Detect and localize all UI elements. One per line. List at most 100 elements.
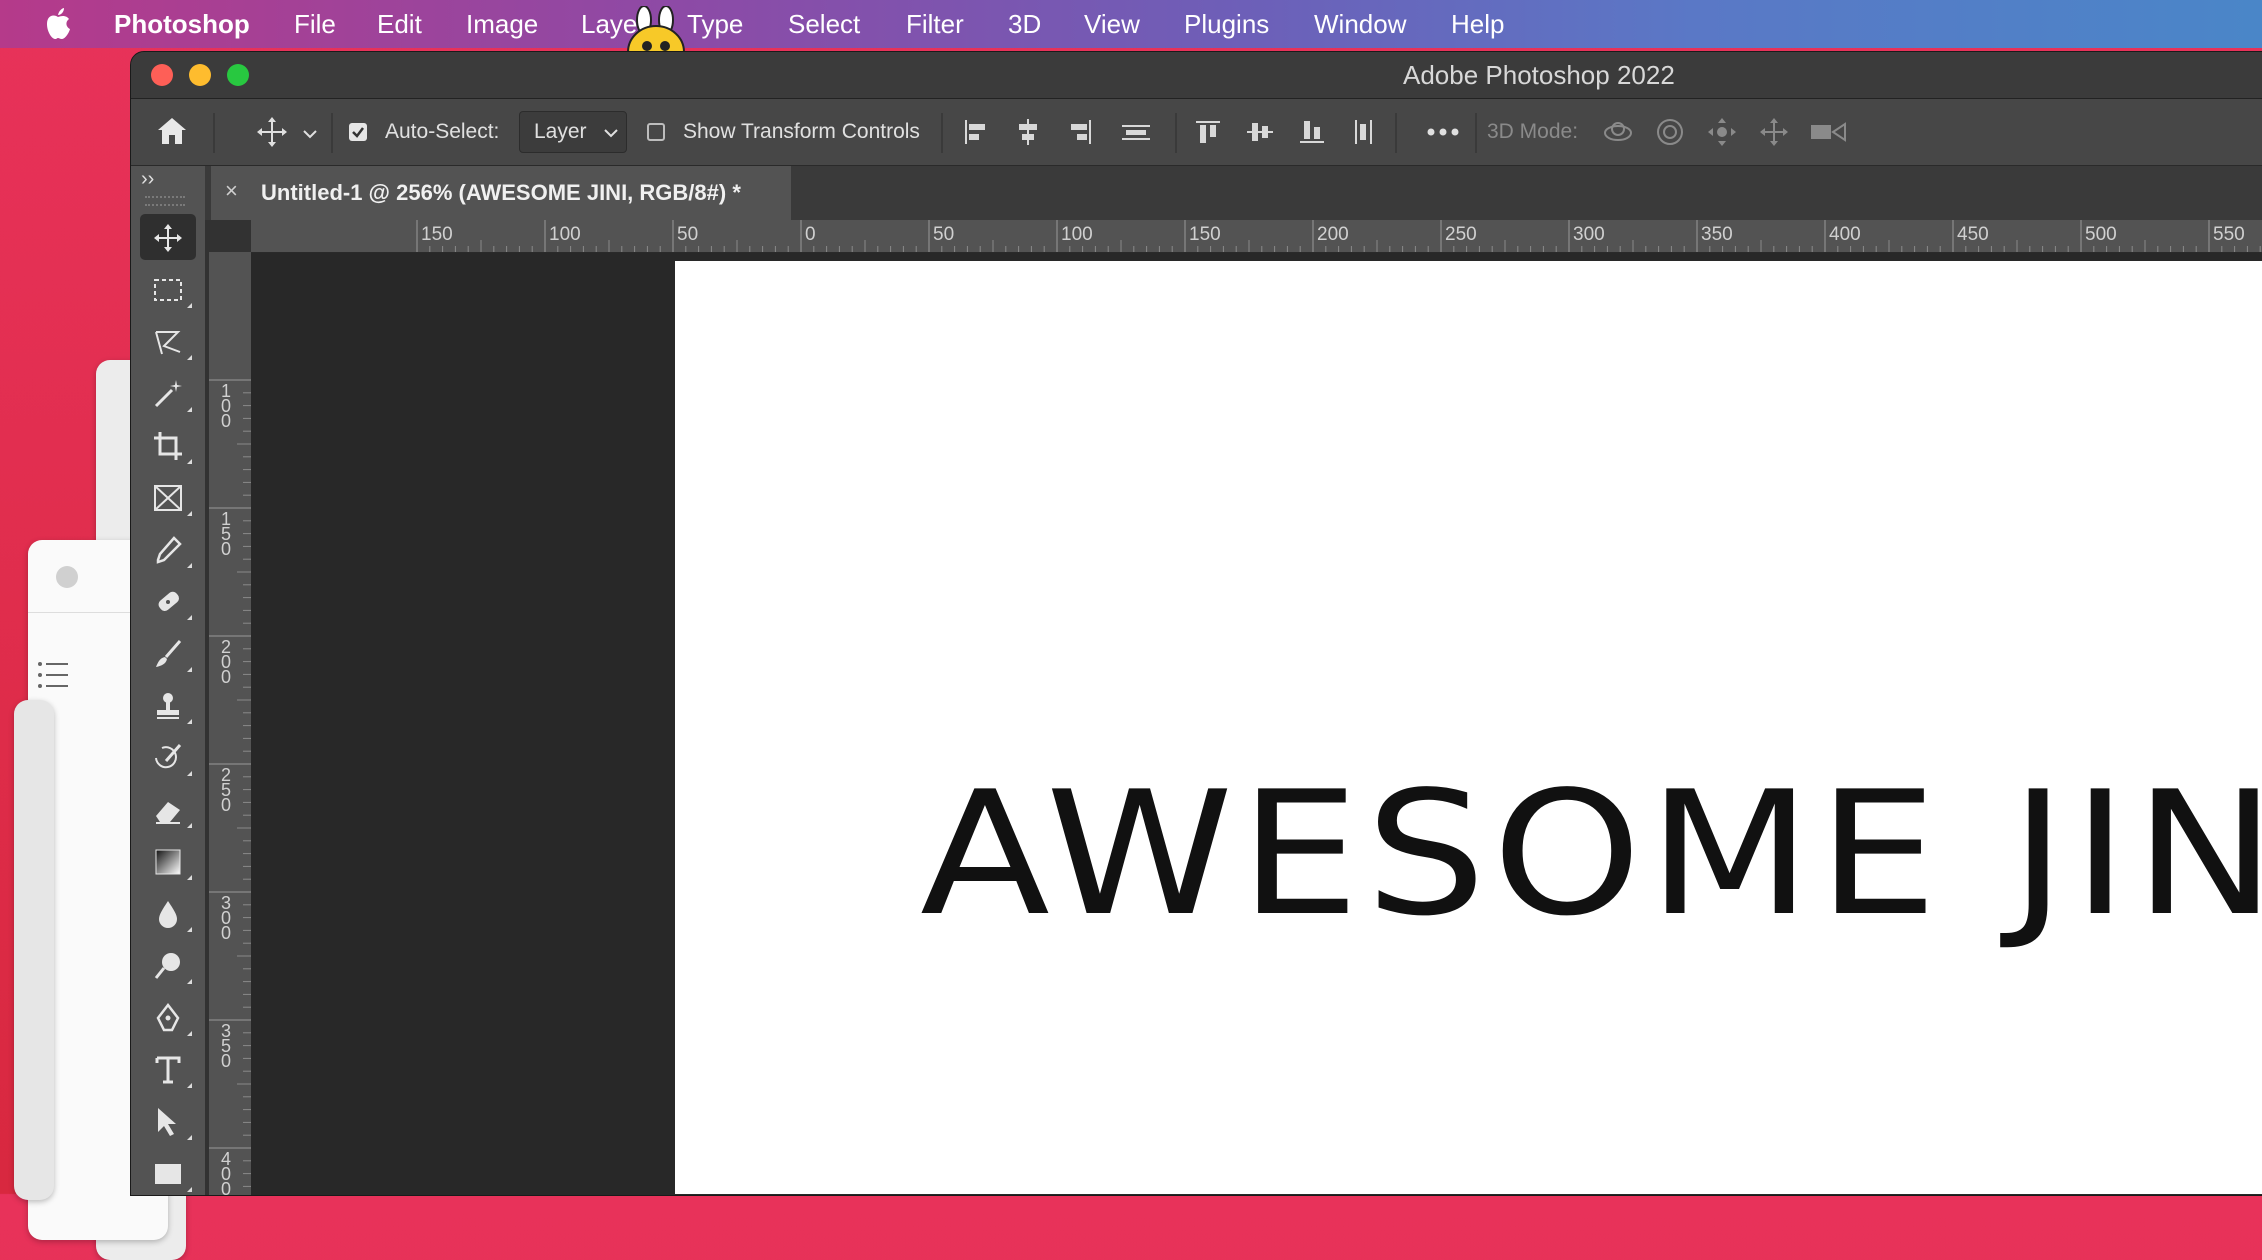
- ruler-label: 250: [1445, 224, 1477, 245]
- list-icon: [38, 662, 68, 688]
- ruler-label: 100: [220, 381, 231, 431]
- menu-window[interactable]: Window: [1314, 9, 1406, 40]
- roll-3d-icon[interactable]: [1653, 115, 1687, 149]
- lasso-tool[interactable]: [140, 318, 196, 364]
- align-bottom-edges-icon[interactable]: [1297, 117, 1327, 147]
- healing-brush-tool-icon: [158, 591, 180, 611]
- eyedropper-tool[interactable]: [140, 526, 196, 572]
- vertical-ruler[interactable]: 100 150 200 250 300 350 400: [209, 252, 252, 1195]
- menu-select[interactable]: Select: [788, 9, 860, 40]
- menu-filter[interactable]: Filter: [906, 9, 964, 40]
- zoom-window-button[interactable]: [227, 64, 249, 86]
- ruler-label: 500: [2085, 224, 2117, 245]
- eraser-tool-icon: [156, 802, 180, 824]
- healing-brush-tool[interactable]: [140, 578, 196, 624]
- dodge-tool[interactable]: [140, 942, 196, 988]
- auto-select-dropdown[interactable]: Layer: [519, 111, 627, 153]
- menu-3d[interactable]: 3D: [1008, 9, 1041, 40]
- menu-plugins[interactable]: Plugins: [1184, 9, 1269, 40]
- ruler-label: 150: [1189, 224, 1221, 245]
- ruler-label: 350: [1701, 224, 1733, 245]
- 3d-mode-label: 3D Mode:: [1487, 120, 1579, 143]
- close-window-button[interactable]: [151, 64, 173, 86]
- auto-select-checkbox[interactable]: [349, 123, 367, 141]
- menu-view[interactable]: View: [1084, 9, 1140, 40]
- blur-tool-icon: [159, 901, 177, 928]
- eyedropper-tool-icon: [156, 536, 182, 564]
- distribute-horizontal-icon[interactable]: [1349, 117, 1379, 147]
- document-tab-title: Untitled-1 @ 256% (AWESOME JINI, RGB/8#)…: [261, 180, 741, 205]
- type-tool[interactable]: [140, 1046, 196, 1092]
- gradient-tool[interactable]: [140, 838, 196, 884]
- brush-tool-icon: [156, 640, 182, 667]
- move-tool-icon: [154, 224, 182, 252]
- pen-tool[interactable]: [140, 994, 196, 1040]
- eraser-tool[interactable]: [140, 786, 196, 832]
- menu-image[interactable]: Image: [466, 9, 538, 40]
- title-bar: Adobe Photoshop 2022: [131, 52, 2262, 99]
- document-tab[interactable]: × Untitled-1 @ 256% (AWESOME JINI, RGB/8…: [211, 166, 791, 220]
- rectangle-tool[interactable]: [140, 1150, 196, 1195]
- rectangular-marquee-tool[interactable]: [140, 266, 196, 312]
- pen-tool-icon: [156, 1002, 180, 1032]
- move-tool-icon[interactable]: [255, 115, 289, 149]
- rectangle-tool-icon: [155, 1164, 181, 1184]
- panel-expand-icon[interactable]: ››: [141, 168, 154, 191]
- magic-wand-tool[interactable]: [140, 370, 196, 416]
- ruler-label: 100: [549, 224, 581, 245]
- menu-edit[interactable]: Edit: [377, 9, 422, 40]
- close-tab-icon[interactable]: ×: [225, 178, 238, 204]
- document-canvas[interactable]: AWESOME JINI: [675, 261, 2262, 1194]
- apple-icon[interactable]: [44, 6, 72, 40]
- align-left-edges-icon[interactable]: [961, 117, 991, 147]
- menu-type[interactable]: Type: [687, 9, 743, 40]
- clone-stamp-tool[interactable]: [140, 682, 196, 728]
- home-icon[interactable]: [155, 115, 189, 147]
- align-top-edges-icon[interactable]: [1193, 117, 1223, 147]
- horizontal-ruler[interactable]: 150 100 50 0 50 100 150 200 250 300 350 400 450 500 55…: [251, 220, 2262, 253]
- window-title: Adobe Photoshop 2022: [1403, 60, 1675, 90]
- move-tool[interactable]: [140, 214, 196, 260]
- minimize-window-button[interactable]: [189, 64, 211, 86]
- options-bar: Auto-Select: Layer Show Transform Contro…: [131, 99, 2262, 166]
- show-transform-checkbox[interactable]: [647, 123, 665, 141]
- scale-3d-camera-icon[interactable]: [1809, 117, 1849, 147]
- path-selection-tool-icon: [158, 1108, 176, 1136]
- ruler-label: 50: [677, 224, 699, 245]
- align-vertical-centers-icon[interactable]: [1245, 117, 1275, 147]
- ruler-label: 200: [220, 637, 231, 687]
- distribute-vertical-icon[interactable]: [1119, 117, 1153, 147]
- orbit-3d-icon[interactable]: [1601, 115, 1635, 149]
- ruler-label: 100: [1061, 224, 1093, 245]
- menu-bar: Photoshop File Edit Image Layer Type Sel…: [0, 0, 2262, 81]
- menu-photoshop[interactable]: Photoshop: [114, 9, 250, 40]
- slide-3d-icon[interactable]: [1757, 115, 1791, 149]
- ruler-label: 300: [1573, 224, 1605, 245]
- chevron-down-icon[interactable]: [303, 129, 317, 139]
- crop-tool-icon: [154, 432, 182, 460]
- menu-help[interactable]: Help: [1451, 9, 1504, 40]
- frame-tool-icon: [154, 485, 182, 511]
- rectangular-marquee-tool-icon: [154, 279, 182, 301]
- lasso-tool-icon: [155, 331, 181, 355]
- history-brush-tool[interactable]: [140, 734, 196, 780]
- frame-tool[interactable]: [140, 474, 196, 520]
- more-options-icon[interactable]: [1427, 127, 1459, 137]
- auto-select-label: Auto-Select:: [385, 120, 500, 143]
- background-window-back: [14, 700, 54, 1200]
- ruler-label: 250: [220, 765, 231, 815]
- menu-file[interactable]: File: [294, 9, 336, 40]
- blur-tool[interactable]: [140, 890, 196, 936]
- history-brush-tool-icon: [155, 744, 182, 769]
- align-horizontal-centers-icon[interactable]: [1013, 117, 1043, 147]
- ruler-label: 150: [421, 224, 453, 245]
- ruler-label: 0: [805, 224, 816, 245]
- brush-tool[interactable]: [140, 630, 196, 676]
- canvas-text-layer[interactable]: AWESOME JINI: [920, 769, 2262, 940]
- crop-tool[interactable]: [140, 422, 196, 468]
- chevron-down-icon: [604, 129, 618, 138]
- align-right-edges-icon[interactable]: [1065, 117, 1095, 147]
- type-tool-icon: [155, 1056, 181, 1084]
- path-selection-tool[interactable]: [140, 1098, 196, 1144]
- pan-3d-icon[interactable]: [1705, 115, 1739, 149]
